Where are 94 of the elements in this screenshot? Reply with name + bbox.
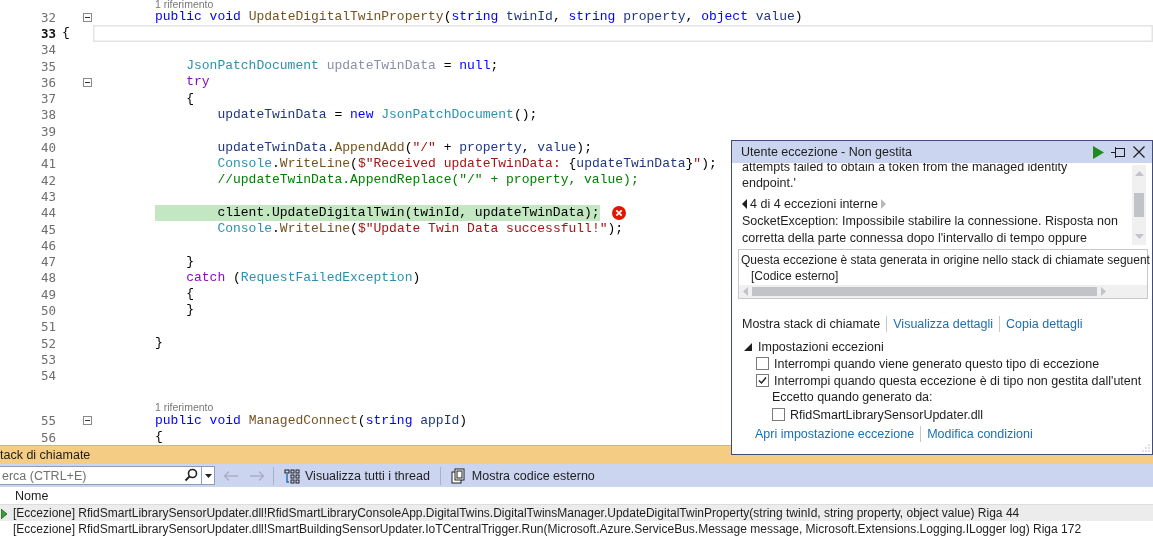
code-line: //updateTwinData.AppendReplace("/" + property, value);: [216, 172, 639, 189]
line-number: 56: [39, 429, 56, 445]
checkbox-label: Interrompi quando viene generato questo tipo di eccezione: [774, 356, 1100, 371]
line-number: 45: [39, 221, 56, 237]
code-line: updateTwinData = new JsonPatchDocument();: [216, 106, 538, 123]
line-number: 51: [39, 319, 56, 335]
scroll-down-icon[interactable]: [1134, 234, 1144, 239]
code-line: Console.WriteLine($"Update Twin Data successfull!");: [216, 221, 624, 237]
origin-text: [Codice esterno]: [750, 268, 840, 284]
line-number: 41: [39, 156, 56, 172]
line-number: 47: [39, 254, 56, 270]
line-number: 36: [39, 74, 56, 90]
collapse-icon[interactable]: [83, 416, 92, 426]
scroll-up-icon[interactable]: [1134, 171, 1144, 176]
line-number: 53: [39, 351, 56, 367]
line-number: 46: [39, 237, 56, 253]
popup-title: Utente eccezione - Non gestita: [741, 145, 912, 159]
checkbox[interactable]: [772, 408, 785, 421]
link[interactable]: Apri impostazione eccezione: [755, 427, 915, 441]
line-number: 40: [39, 140, 56, 155]
checkbox-label: Interrompi quando questa eccezione è di tipo non gestita dall'utent: [774, 373, 1142, 388]
line-number: 50: [39, 303, 56, 318]
collapse-icon[interactable]: [83, 12, 92, 22]
code-line: public void ManagedConnect(string appId): [155, 412, 468, 429]
scroll-left-icon[interactable]: [743, 287, 748, 296]
call-stack-row[interactable]: [Eccezione] RfidSmartLibrarySensorUpdater.dll!RfidSmartLibraryConsoleApp.DigitalTwins.DigitalTwinsManager.UpdateDigitalTwinProperty(string twinId, string property, object value) Riga 44: [0, 505, 1153, 521]
previous-triangle-icon[interactable]: [742, 199, 747, 209]
scrollbar-thumb[interactable]: [752, 287, 1097, 296]
line-number: 37: [39, 91, 56, 107]
resize-grip-icon[interactable]: [1142, 444, 1150, 452]
code-line: {: [185, 90, 194, 107]
scrollbar-thumb[interactable]: [1134, 193, 1144, 217]
search-icon: [184, 468, 198, 482]
code-line: }: [185, 302, 194, 319]
line-number: 35: [39, 58, 56, 74]
caret-icon: [204, 473, 212, 478]
action-text[interactable]: Mostra stack di chiamate: [742, 317, 881, 331]
code-line: updateTwinData.AppendAdd("/" + property, value);: [216, 139, 592, 156]
exception-message: endpoint.': [742, 175, 797, 192]
checkbox-label: RfidSmartLibrarySensorUpdater.dll: [790, 407, 984, 422]
line-number: 33: [39, 25, 56, 41]
code-line: try: [185, 74, 210, 91]
line-number: 39: [39, 123, 56, 139]
line-number: 34: [39, 42, 56, 58]
next-triangle-icon[interactable]: [880, 199, 886, 209]
search-field[interactable]: erca (CTRL+E): [0, 466, 202, 485]
link[interactable]: Visualizza dettagli: [893, 317, 994, 331]
line-number: 54: [39, 368, 56, 384]
code-line: JsonPatchDocument updateTwinData = null;: [185, 58, 499, 75]
horizontal-scrollbar[interactable]: [739, 285, 1147, 298]
pin-icon[interactable]: [1111, 146, 1126, 158]
vertical-scrollbar[interactable]: [1132, 165, 1146, 245]
exception-detail: SocketException: Impossibile stabilire la connessione. Risposta non: [742, 213, 1119, 230]
inner-exception-count: 4 di 4 eccezioni interne: [750, 196, 878, 212]
threads-icon: [284, 467, 300, 484]
line-number: 44: [39, 205, 56, 221]
dropdown-button[interactable]: [202, 466, 215, 485]
continue-icon[interactable]: [1093, 145, 1104, 159]
line-number: 49: [39, 286, 56, 302]
codelens-reference[interactable]: 1 riferimento: [155, 400, 214, 413]
code-line: Console.WriteLine($"Received updateTwinData: {updateTwinData}");: [216, 155, 717, 172]
section-title: Impostazioni eccezioni: [758, 340, 884, 354]
close-icon[interactable]: [1133, 146, 1145, 158]
line-number: 38: [39, 107, 56, 123]
code-line: {: [185, 286, 194, 303]
line-number: 42: [39, 172, 56, 188]
exception-detail: corretta della parte connessa dopo l'intervallo di tempo oppure: [742, 230, 1088, 247]
line-number: 48: [39, 270, 56, 286]
line-number: 32: [39, 9, 56, 25]
expanded-triangle-icon[interactable]: [744, 343, 752, 351]
line-number: 52: [39, 335, 56, 351]
checkbox[interactable]: [756, 357, 769, 370]
link[interactable]: Modifica condizioni: [927, 427, 1033, 441]
toolbar-button[interactable]: Mostra codice esterno: [446, 464, 599, 487]
collapse-icon[interactable]: [83, 77, 92, 87]
origin-text: Questa eccezione è stata generata in origine nello stack di chiamate seguent: [741, 252, 1150, 268]
link[interactable]: Copia dettagli: [1006, 317, 1083, 331]
code-line: catch (RequestFailedException): [185, 269, 421, 286]
code-line: }: [185, 253, 194, 270]
column-header[interactable]: Nome: [13, 488, 51, 503]
code-line: {: [155, 429, 163, 445]
stacked-windows-icon: [450, 467, 467, 484]
codelens-reference[interactable]: 1 riferimento: [155, 0, 214, 9]
line-number: 43: [39, 188, 56, 204]
toolbar-button[interactable]: Visualizza tutti i thread: [280, 464, 434, 487]
option-label: Eccetto quando generato da:: [772, 389, 934, 406]
code-line: {: [62, 25, 70, 42]
current-frame-arrow-icon: [1, 509, 7, 519]
code-line: public void UpdateDigitalTwinProperty(string twinId, string property, object value): [155, 9, 803, 26]
checkbox[interactable]: [756, 374, 769, 387]
line-number: 55: [39, 413, 56, 429]
scroll-right-icon[interactable]: [1101, 287, 1106, 296]
call-stack-row[interactable]: [Eccezione] RfidSmartLibrarySensorUpdater.dll!SmartBuildingSensorUpdater.IoTCentralTrigger.Run(Microsoft.Azure.ServiceBus.Message message, Microsoft.Extensions.Logging.ILogger log) Riga 172: [0, 521, 1153, 537]
code-line: }: [155, 335, 163, 352]
